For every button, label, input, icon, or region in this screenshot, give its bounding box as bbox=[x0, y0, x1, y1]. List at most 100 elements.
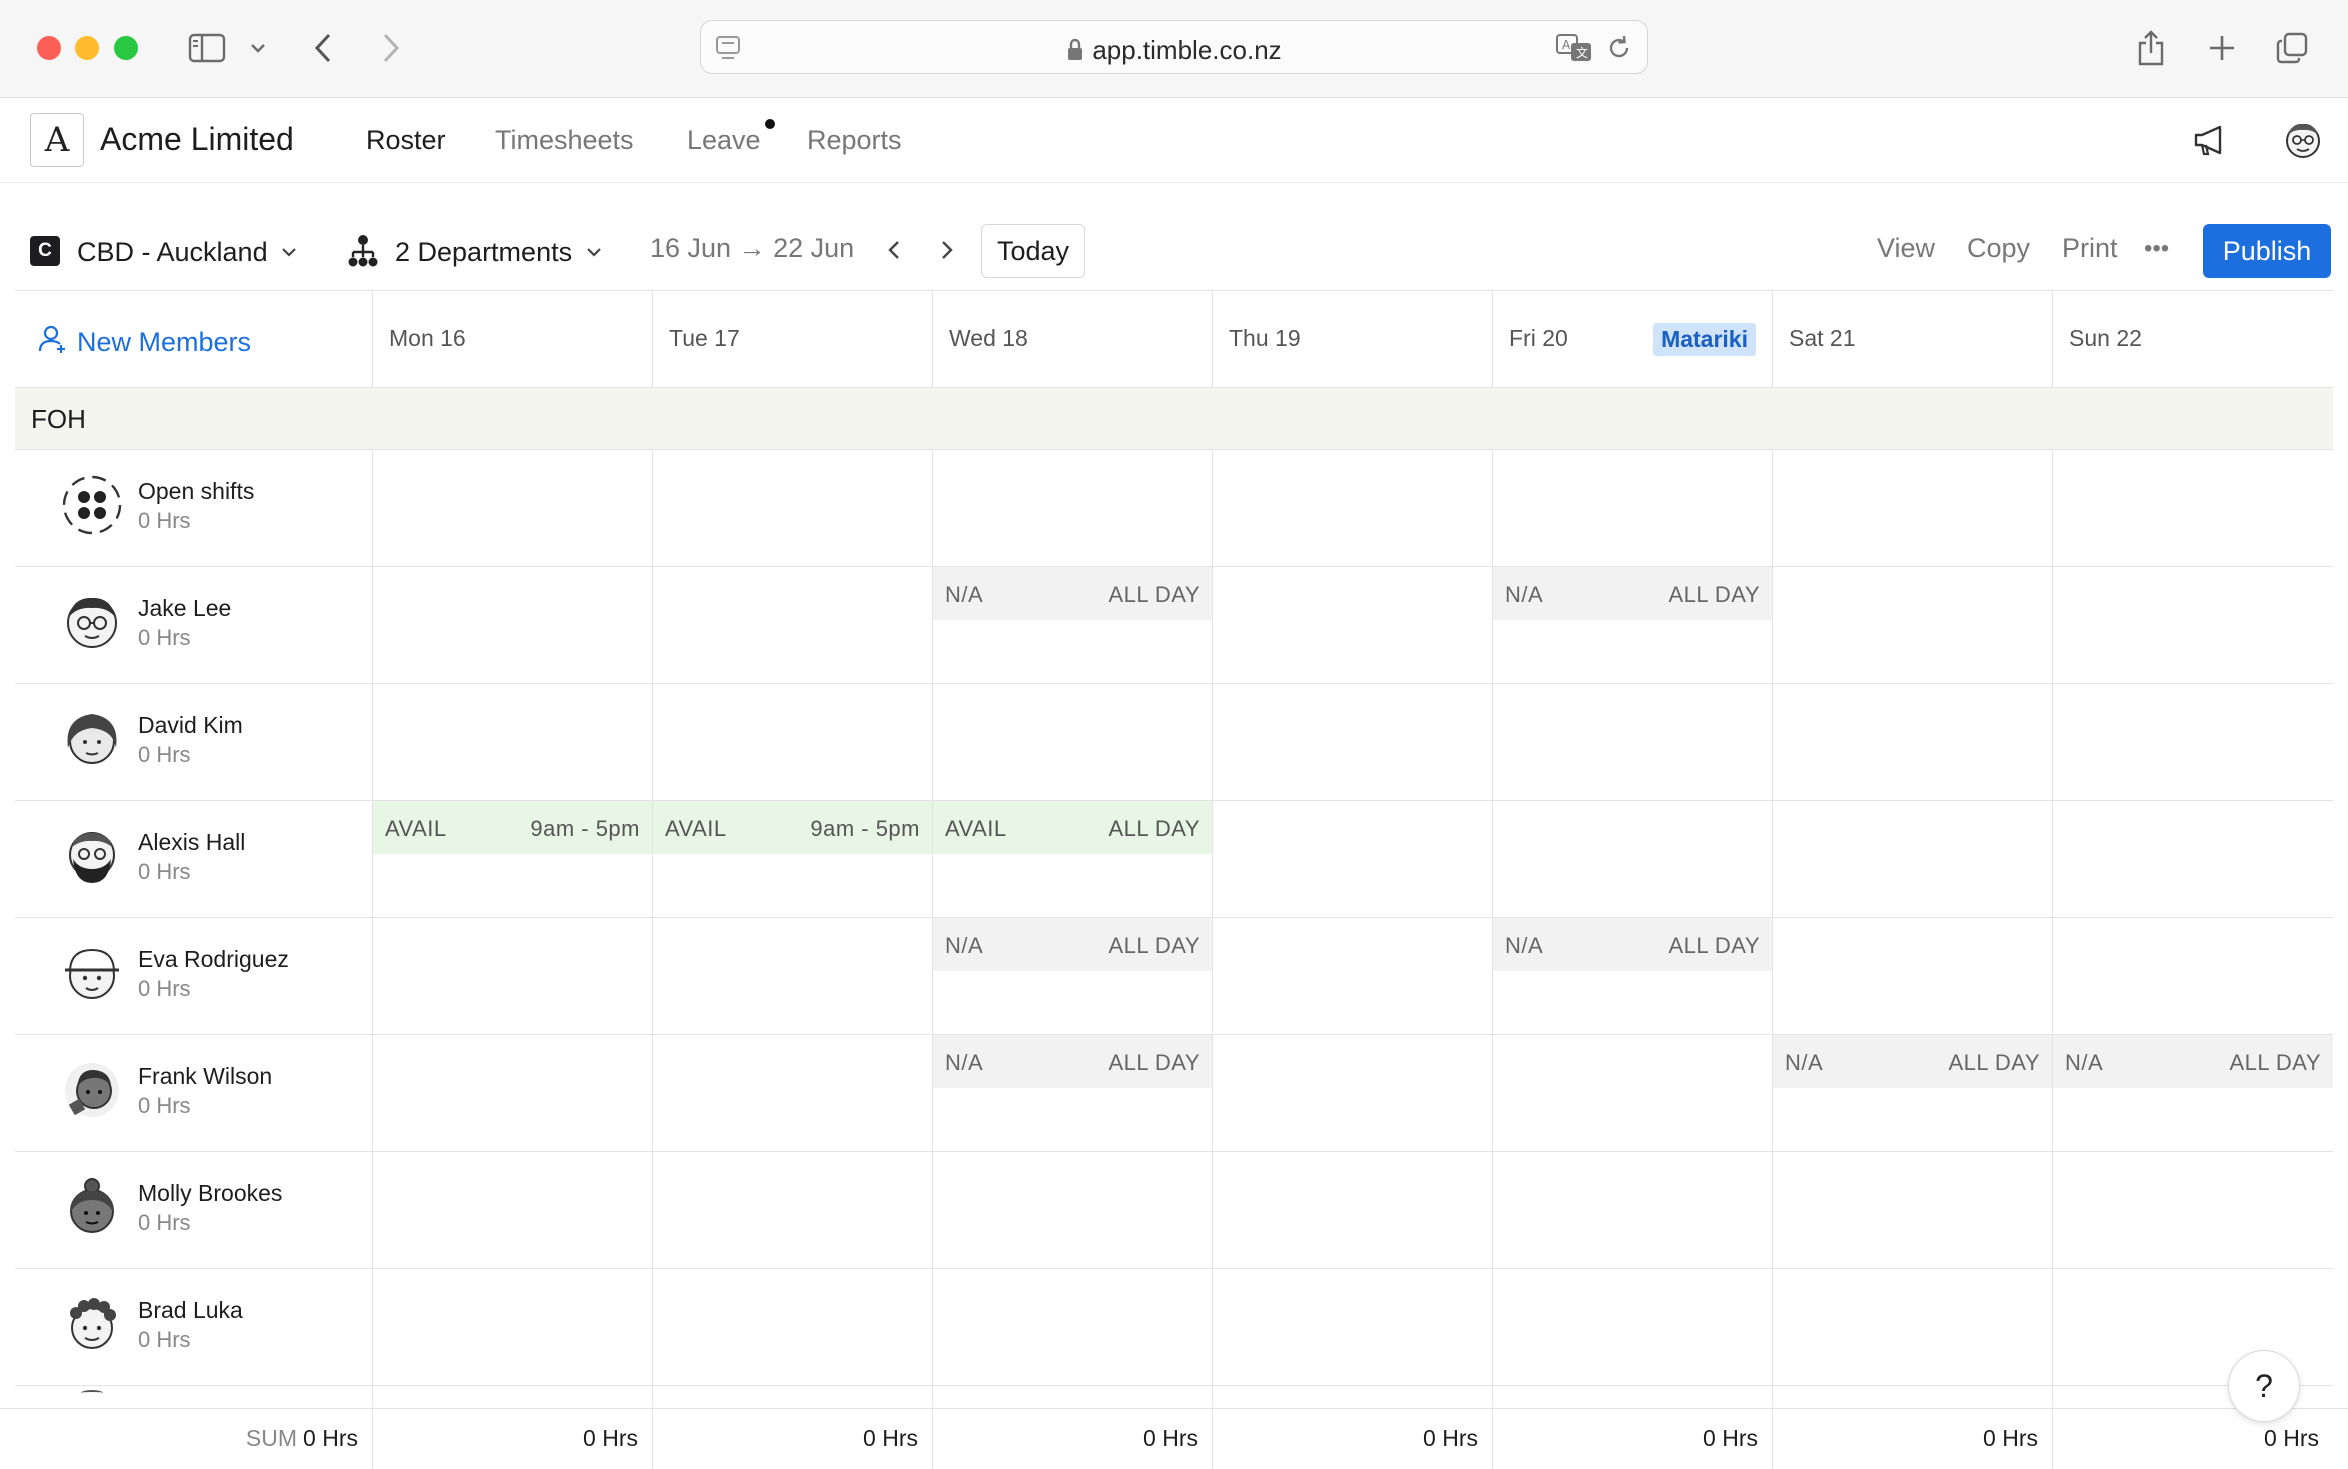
day-cell-sun[interactable] bbox=[2052, 801, 2333, 918]
day-cell-mon[interactable] bbox=[372, 1152, 652, 1269]
avatar[interactable] bbox=[61, 942, 123, 1004]
day-cell-thu[interactable] bbox=[1212, 1035, 1492, 1152]
tab-overview-icon[interactable] bbox=[2274, 26, 2310, 70]
forward-icon[interactable] bbox=[374, 26, 408, 70]
member-name[interactable]: Frank Wilson bbox=[138, 1063, 272, 1090]
day-cell-thu[interactable] bbox=[1212, 1269, 1492, 1386]
close-window-button[interactable] bbox=[37, 36, 61, 60]
date-range[interactable]: 16 Jun → 22 Jun bbox=[650, 233, 854, 264]
day-cell-fri[interactable]: N/A ALL DAY bbox=[1492, 918, 1772, 1035]
day-cell-tue[interactable] bbox=[652, 1269, 932, 1386]
day-cell-fri[interactable] bbox=[1492, 1269, 1772, 1386]
unavailable-chip[interactable]: N/A ALL DAY bbox=[933, 918, 1212, 971]
day-cell-sat[interactable] bbox=[1772, 1269, 2052, 1386]
member-name[interactable]: Alexis Hall bbox=[138, 829, 245, 856]
sidebar-toggle-icon[interactable] bbox=[184, 26, 230, 70]
day-cell-thu[interactable] bbox=[1212, 918, 1492, 1035]
member-name[interactable]: Brad Luka bbox=[138, 1297, 243, 1324]
avatar[interactable] bbox=[61, 1176, 123, 1238]
day-header-tue[interactable]: Tue 17 bbox=[652, 291, 932, 389]
day-cell-wed[interactable] bbox=[932, 684, 1212, 801]
help-button[interactable]: ? bbox=[2228, 1350, 2300, 1422]
departments-select[interactable]: 2 Departments bbox=[395, 234, 602, 268]
reload-icon[interactable] bbox=[1605, 34, 1633, 67]
day-cell-sat[interactable] bbox=[1772, 918, 2052, 1035]
minimize-window-button[interactable] bbox=[75, 36, 99, 60]
day-header-thu[interactable]: Thu 19 bbox=[1212, 291, 1492, 389]
nav-reports[interactable]: Reports bbox=[807, 125, 902, 156]
availability-chip[interactable]: AVAIL 9am - 5pm bbox=[373, 801, 652, 854]
availability-chip[interactable]: AVAIL ALL DAY bbox=[933, 801, 1212, 854]
day-cell-sun[interactable]: N/A ALL DAY bbox=[2052, 1035, 2333, 1152]
day-cell-tue[interactable] bbox=[652, 1152, 932, 1269]
day-cell-fri[interactable]: N/A ALL DAY bbox=[1492, 567, 1772, 684]
nav-leave[interactable]: Leave bbox=[687, 125, 761, 156]
day-cell-fri[interactable] bbox=[1492, 1035, 1772, 1152]
company-logo[interactable]: A bbox=[30, 113, 84, 167]
day-cell-mon[interactable] bbox=[372, 918, 652, 1035]
today-button[interactable]: Today bbox=[981, 224, 1085, 278]
new-tab-icon[interactable] bbox=[2204, 26, 2240, 70]
day-cell-sun[interactable] bbox=[2052, 918, 2333, 1035]
unavailable-chip[interactable]: N/A ALL DAY bbox=[1493, 918, 1772, 971]
day-header-fri[interactable]: Fri 20 Matariki bbox=[1492, 291, 1772, 389]
day-cell-tue[interactable] bbox=[652, 684, 932, 801]
day-cell-sat[interactable]: N/A ALL DAY bbox=[1772, 1035, 2052, 1152]
day-cell-thu[interactable] bbox=[1212, 684, 1492, 801]
translate-icon[interactable]: A文 bbox=[1555, 32, 1595, 69]
day-cell-tue[interactable] bbox=[652, 450, 932, 567]
day-cell-sun[interactable] bbox=[2052, 567, 2333, 684]
unavailable-chip[interactable]: N/A ALL DAY bbox=[933, 567, 1212, 620]
copy-button[interactable]: Copy bbox=[1967, 233, 2030, 264]
day-cell-mon[interactable] bbox=[372, 684, 652, 801]
next-week-icon[interactable] bbox=[939, 239, 955, 266]
member-name[interactable]: Eva Rodriguez bbox=[138, 946, 289, 973]
day-cell-mon[interactable] bbox=[372, 1035, 652, 1152]
avatar[interactable] bbox=[61, 591, 123, 653]
nav-timesheets[interactable]: Timesheets bbox=[495, 125, 634, 156]
member-name[interactable]: Molly Brookes bbox=[138, 1180, 282, 1207]
avatar[interactable] bbox=[61, 1059, 123, 1121]
day-cell-wed[interactable]: N/A ALL DAY bbox=[932, 918, 1212, 1035]
day-cell-fri[interactable] bbox=[1492, 684, 1772, 801]
day-cell-sun[interactable] bbox=[2052, 1152, 2333, 1269]
day-header-sun[interactable]: Sun 22 bbox=[2052, 291, 2333, 389]
day-cell-wed[interactable]: N/A ALL DAY bbox=[932, 567, 1212, 684]
member-name[interactable]: David Kim bbox=[138, 712, 243, 739]
day-cell-sat[interactable] bbox=[1772, 1152, 2052, 1269]
new-members-button[interactable]: New Members bbox=[37, 323, 251, 362]
unavailable-chip[interactable]: N/A ALL DAY bbox=[933, 1035, 1212, 1088]
unavailable-chip[interactable]: N/A ALL DAY bbox=[1773, 1035, 2052, 1088]
day-cell-tue[interactable] bbox=[652, 567, 932, 684]
day-cell-fri[interactable] bbox=[1492, 801, 1772, 918]
day-cell-sat[interactable] bbox=[1772, 684, 2052, 801]
previous-week-icon[interactable] bbox=[886, 239, 902, 266]
day-cell-mon[interactable] bbox=[372, 1269, 652, 1386]
day-cell-sat[interactable] bbox=[1772, 450, 2052, 567]
zoom-window-button[interactable] bbox=[114, 36, 138, 60]
day-cell-thu[interactable] bbox=[1212, 567, 1492, 684]
print-button[interactable]: Print bbox=[2062, 233, 2118, 264]
nav-roster[interactable]: Roster bbox=[366, 125, 446, 156]
avatar[interactable] bbox=[61, 1293, 123, 1355]
day-cell-mon[interactable] bbox=[372, 567, 652, 684]
unavailable-chip[interactable]: N/A ALL DAY bbox=[2053, 1035, 2333, 1088]
address-bar[interactable]: app.timble.co.nz A文 bbox=[700, 20, 1648, 74]
avatar[interactable] bbox=[61, 708, 123, 770]
more-options-icon[interactable]: ••• bbox=[2144, 235, 2169, 262]
announcements-icon[interactable] bbox=[2192, 122, 2228, 163]
day-header-sat[interactable]: Sat 21 bbox=[1772, 291, 2052, 389]
day-cell-mon[interactable]: AVAIL 9am - 5pm bbox=[372, 801, 652, 918]
day-cell-thu[interactable] bbox=[1212, 801, 1492, 918]
day-cell-thu[interactable] bbox=[1212, 450, 1492, 567]
availability-chip[interactable]: AVAIL 9am - 5pm bbox=[653, 801, 932, 854]
day-cell-wed[interactable] bbox=[932, 1269, 1212, 1386]
view-button[interactable]: View bbox=[1877, 233, 1935, 264]
share-icon[interactable] bbox=[2133, 26, 2169, 70]
day-cell-sat[interactable] bbox=[1772, 801, 2052, 918]
back-icon[interactable] bbox=[306, 26, 340, 70]
day-cell-wed[interactable] bbox=[932, 450, 1212, 567]
department-section-foh[interactable]: FOH bbox=[15, 388, 2333, 450]
chevron-down-icon[interactable] bbox=[246, 26, 270, 70]
member-name[interactable]: Jake Lee bbox=[138, 595, 231, 622]
